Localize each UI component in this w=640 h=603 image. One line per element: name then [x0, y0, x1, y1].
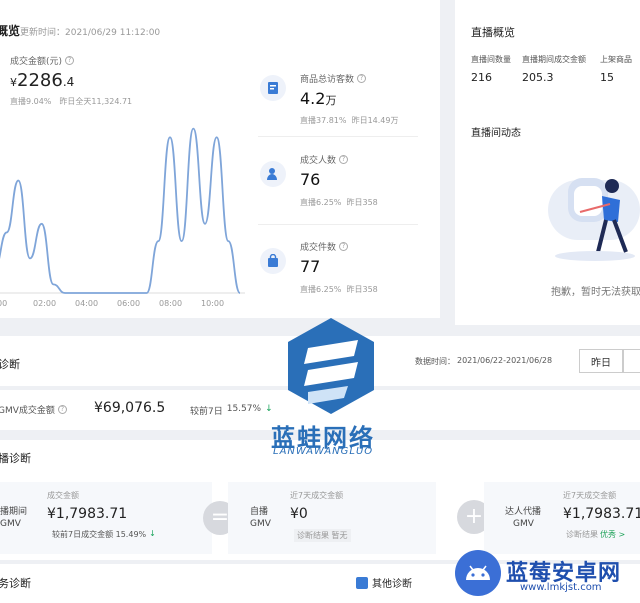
compare-value: 15.57%: [226, 404, 262, 414]
block-label: GMV: [513, 519, 534, 529]
metric-sub: 直播6.25% 昨日358: [300, 198, 378, 207]
metric-label: 成交件数: [300, 243, 337, 253]
metric-value: 76: [300, 170, 321, 189]
empty-illustration: [548, 178, 640, 261]
series-line: [0, 127, 241, 294]
stat-label: 直播期间成交金额: [522, 55, 586, 64]
android-logo-icon: [455, 550, 501, 596]
stat-label: 上架商品: [600, 55, 632, 64]
business-diagnosis-title: 务诊断: [0, 577, 31, 590]
gmv-decimal: .4: [62, 75, 75, 89]
diagnosis-title: 诊断: [0, 358, 20, 371]
amount-value: ¥0: [290, 506, 308, 522]
x-tick-label: 02:00: [33, 299, 56, 308]
metric-unit: 万: [325, 94, 337, 107]
block-label: GMV: [0, 519, 21, 529]
x-tick-label: 00: [0, 299, 7, 308]
live-overview-title: 直播概览: [471, 26, 515, 39]
gmv-currency: ¥: [10, 76, 17, 89]
date-label: 数据时间：: [415, 357, 455, 366]
influencer-gmv-block[interactable]: 达人代播 GMV 近7天成交金额 ¥1,7983.71 诊断结果 优秀 >: [484, 482, 640, 554]
bag-icon: [260, 248, 286, 274]
info-icon[interactable]: ?: [339, 155, 349, 164]
x-tick-label: 08:00: [159, 299, 182, 308]
result-excellent-link[interactable]: 优秀 >: [600, 529, 625, 540]
diagnosis-result: 诊断结果 暂无: [294, 529, 351, 542]
gmv-label: 成交金额(元): [10, 57, 63, 67]
gmv-summary-label: GMV成交金额: [0, 406, 55, 416]
metric-card-buyers[interactable]: 成交人数? 76 直播6.25% 昨日358: [258, 143, 418, 225]
other-diagnosis-label: 其他诊断: [372, 579, 412, 590]
metric-sub: 直播37.81% 昨日14.49万: [300, 116, 399, 125]
metric-card-items[interactable]: 成交件数? 77 直播6.25% 昨日358: [258, 230, 418, 312]
compare-label: 较前7日: [190, 407, 223, 417]
amount-value: ¥1,7983.71: [563, 506, 640, 522]
x-tick-labels: 00 02:00 04:00 06:00 08:00 10:00: [0, 299, 224, 308]
update-time: 更新时间：2021/06/29 11:12:00: [20, 28, 161, 38]
compare-text: 较前7日成交金额 15.49%: [52, 530, 147, 539]
date-range[interactable]: 2021/06/22-2021/06/28: [457, 356, 552, 367]
page-title: 概览: [0, 24, 21, 38]
stat-value: 216: [471, 71, 492, 84]
block-label: 自播: [250, 507, 269, 517]
live-gmv-block[interactable]: 播期间 GMV 成交金额 ¥1,7983.71 较前7日成交金额 15.49% …: [0, 482, 212, 554]
amount-label: 成交金额: [47, 491, 79, 500]
info-icon[interactable]: ?: [57, 405, 67, 414]
amount-label: 近7天成交金额: [290, 491, 344, 500]
lanwa-logo: [288, 318, 374, 414]
next-range-button[interactable]: [623, 349, 640, 373]
down-arrow-icon: ↓: [265, 404, 273, 414]
down-arrow-icon: ↓: [149, 529, 156, 538]
yesterday-button[interactable]: 昨日: [579, 349, 623, 373]
gmv-line-chart: 00 02:00 04:00 06:00 08:00 10:00: [0, 127, 245, 308]
self-live-gmv-block[interactable]: 自播 GMV 近7天成交金额 ¥0 诊断结果 暂无: [228, 482, 436, 554]
block-label: GMV: [250, 519, 271, 529]
amount-label: 近7天成交金额: [563, 491, 617, 500]
corner-brand-url: www.lmkjst.com: [520, 582, 602, 593]
metric-sub: 直播6.25% 昨日358: [300, 285, 378, 294]
live-dynamics-title: 直播间动态: [471, 128, 521, 139]
metrics-panel: 商品总访客数? 4.2 万 直播37.81% 昨日14.49万 成交人数? 76 …: [258, 55, 418, 310]
gmv-summary-value: ¥69,076.5: [94, 400, 166, 416]
metric-label: 商品总访客数: [300, 75, 355, 85]
info-icon[interactable]: ?: [357, 74, 367, 83]
empty-text: 抱歉，暂时无法获取: [551, 287, 640, 298]
stat-label: 直播间数量: [471, 55, 511, 64]
metric-value: 77: [300, 257, 321, 276]
diagnosis-result: 诊断结果: [566, 530, 598, 539]
lanwa-brand-en: LANWAWANGLUO: [273, 446, 374, 457]
live-overview-stats: 直播间数量 直播期间成交金额 上架商品 216 205.3 15: [471, 54, 640, 88]
metric-card-visitors[interactable]: 商品总访客数? 4.2 万 直播37.81% 昨日14.49万: [258, 55, 418, 137]
x-tick-label: 10:00: [201, 299, 224, 308]
person-list-icon: [260, 75, 286, 101]
gmv-value: 2286: [17, 70, 63, 91]
x-tick-label: 04:00: [75, 299, 98, 308]
other-diagnosis-link[interactable]: 其他诊断: [356, 575, 412, 590]
block-label: 播期间: [0, 507, 28, 517]
metric-value: 4.2: [300, 89, 326, 108]
amount-value: ¥1,7983.71: [47, 506, 128, 522]
block-label: 达人代播: [505, 507, 542, 517]
stat-value: 15: [600, 71, 614, 84]
x-tick-label: 06:00: [117, 299, 140, 308]
document-icon: [356, 576, 368, 589]
stat-value: 205.3: [522, 71, 554, 84]
info-icon[interactable]: ?: [339, 242, 349, 251]
live-diagnosis-title: 播诊断: [0, 452, 31, 465]
info-icon[interactable]: ?: [65, 56, 75, 65]
metric-label: 成交人数: [300, 156, 337, 166]
person-check-icon: [260, 161, 286, 187]
